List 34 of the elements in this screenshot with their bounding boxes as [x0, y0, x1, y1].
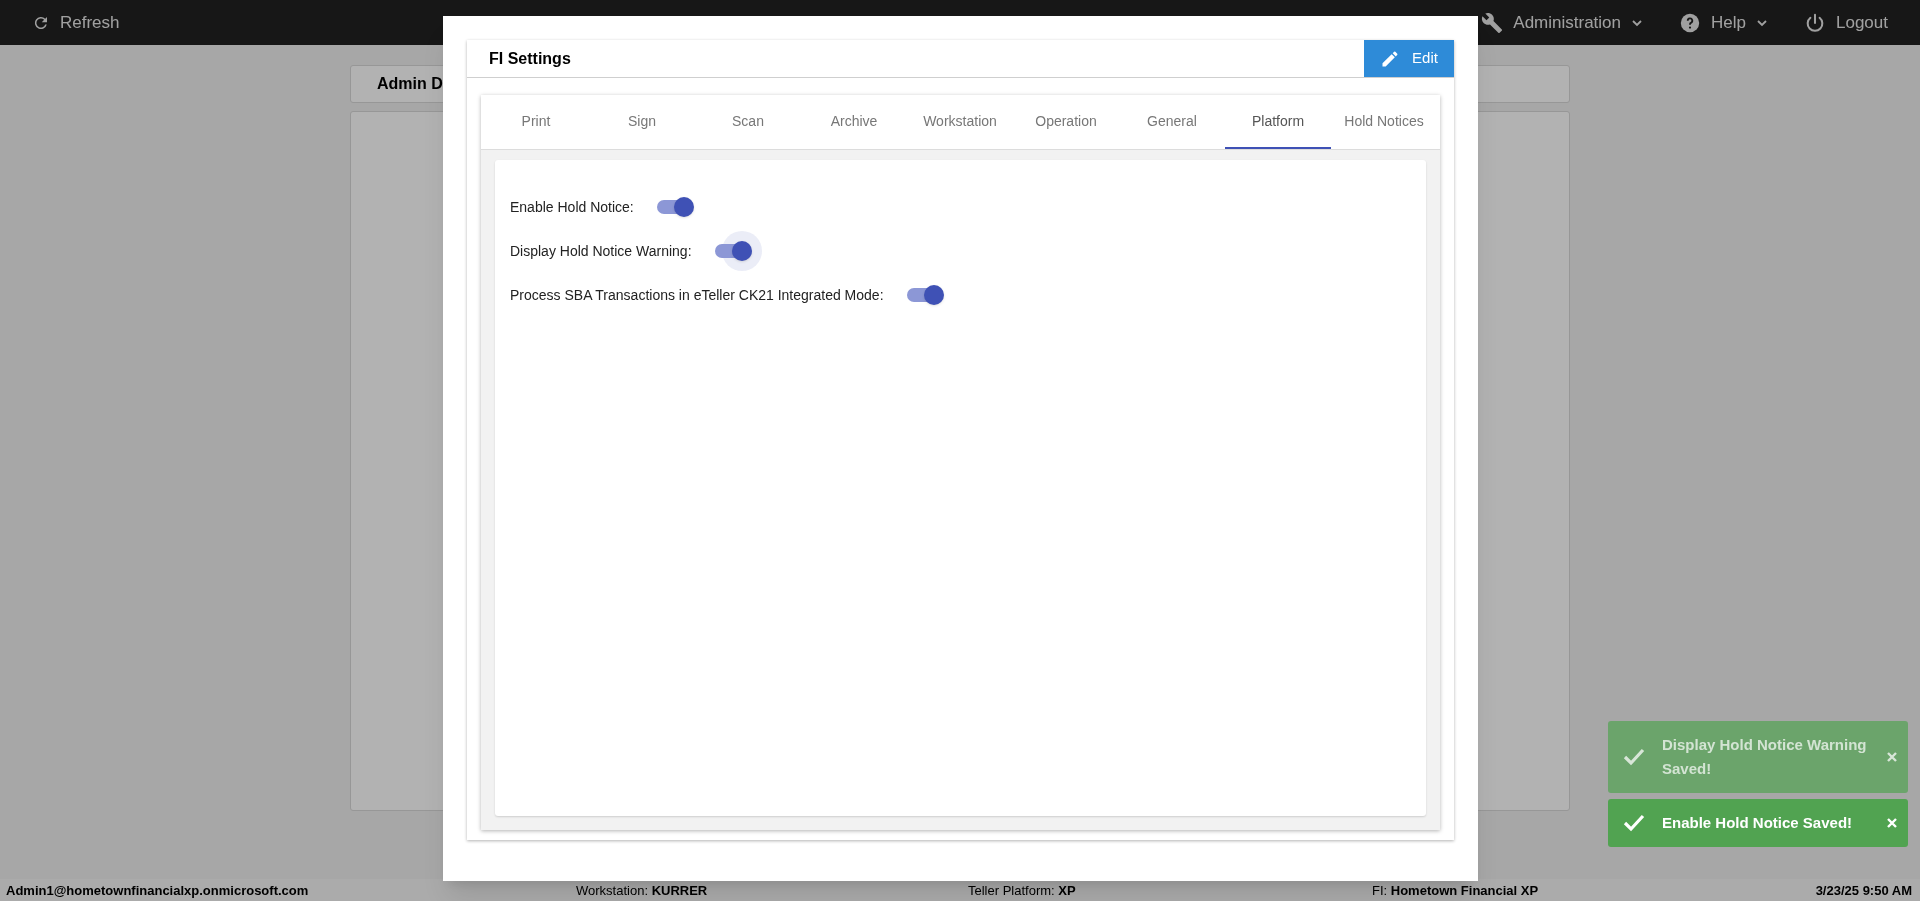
status-field: Teller Platform: XP — [968, 883, 1372, 898]
close-icon — [1886, 817, 1898, 829]
menu-button[interactable]: Administration — [1481, 9, 1644, 36]
tab[interactable]: Scan — [695, 95, 801, 149]
toggle-switch[interactable] — [655, 197, 694, 217]
setting-label: Display Hold Notice Warning: — [510, 241, 692, 261]
tab[interactable]: Workstation — [907, 95, 1013, 149]
setting-label: Enable Hold Notice: — [510, 197, 634, 217]
date-time: 3/23/25 9:50 AM — [1815, 883, 1913, 898]
setting-label: Process SBA Transactions in eTeller CK21 Integrated Mode: — [510, 285, 884, 305]
user-email: Admin1@hometownfinancialxp.onmicrosoft.com — [6, 883, 310, 898]
menu-button[interactable]: Logout — [1804, 9, 1888, 36]
power-icon — [1804, 11, 1826, 34]
tab[interactable]: Operation — [1013, 95, 1119, 149]
toast-message: Enable Hold Notice Saved! — [1662, 813, 1854, 833]
tab[interactable]: Platform — [1225, 95, 1331, 149]
wrench-icon — [1481, 11, 1504, 34]
toggle-switch[interactable] — [905, 285, 944, 305]
edit-button[interactable]: Edit — [1364, 40, 1454, 77]
status-field: FI: Hometown Financial XP — [1372, 883, 1539, 898]
tab[interactable]: Sign — [589, 95, 695, 149]
tab[interactable]: General — [1119, 95, 1225, 149]
status-field: Workstation: KURRER — [576, 883, 968, 898]
page-title: Admin D — [377, 74, 443, 94]
tab[interactable]: Print — [483, 95, 589, 149]
refresh-button[interactable]: Refresh — [32, 9, 120, 36]
dialog-title: FI Settings — [488, 48, 571, 69]
toggle-switch[interactable] — [713, 241, 752, 261]
toast-message: Display Hold Notice Warning Saved! — [1662, 735, 1868, 779]
help-icon — [1679, 11, 1702, 34]
tab[interactable]: Archive — [801, 95, 907, 149]
close-icon — [1886, 751, 1898, 763]
menu-button[interactable]: Help — [1679, 9, 1768, 36]
tab[interactable]: Hold Notices — [1331, 95, 1437, 149]
